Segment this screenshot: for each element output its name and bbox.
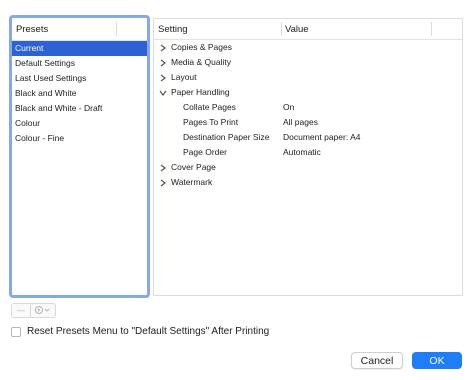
presets-header: Presets [12,18,147,41]
settings-row-layout[interactable]: Layout [154,70,462,85]
column-divider [116,22,117,36]
settings-row-watermark[interactable]: Watermark [154,175,462,190]
settings-outline: Setting Value Copies & Pages Media & Qua… [153,18,463,296]
preset-item-colour[interactable]: Colour [12,116,147,131]
settings-row-label: Page Order [183,147,227,157]
preset-action-menu-button[interactable] [31,303,56,318]
settings-row-label: Paper Handling [171,87,230,97]
settings-row-collate-pages[interactable]: Collate Pages On [154,100,462,115]
settings-row-label: Pages To Print [183,117,239,127]
reset-presets-checkbox[interactable] [11,326,21,337]
settings-row-value: On [283,102,295,112]
settings-row-value: Document paper: A4 [283,132,361,142]
chevron-right-icon[interactable] [158,160,168,175]
settings-row-media-quality[interactable]: Media & Quality [154,55,462,70]
chevron-right-icon[interactable] [158,70,168,85]
minus-icon: — [17,306,25,315]
chevron-right-icon[interactable] [158,40,168,55]
presets-header-label: Presets [16,23,49,35]
preset-item-black-and-white-draft[interactable]: Black and White - Draft [12,101,147,116]
ok-button[interactable]: OK [412,352,462,369]
settings-row-label: Destination Paper Size [183,132,270,142]
settings-row-label: Cover Page [171,162,216,172]
column-divider [281,22,282,36]
preset-controls: — [11,303,56,318]
presets-panel: Presets Current Default Settings Last Us… [9,15,150,298]
preset-item-colour-fine[interactable]: Colour - Fine [12,131,147,146]
settings-header: Setting Value [154,19,462,40]
preset-item-default-settings[interactable]: Default Settings [12,56,147,71]
remove-preset-button[interactable]: — [11,303,31,318]
settings-row-label: Watermark [171,177,213,187]
preset-item-black-and-white[interactable]: Black and White [12,86,147,101]
settings-row-label: Copies & Pages [171,42,232,52]
value-column-header[interactable]: Value [285,24,309,35]
preset-item-current[interactable]: Current [12,41,147,56]
chevron-down-icon[interactable] [158,85,168,100]
settings-row-pages-to-print[interactable]: Pages To Print All pages [154,115,462,130]
settings-row-label: Media & Quality [171,57,231,67]
settings-row-destination-paper-size[interactable]: Destination Paper Size Document paper: A… [154,130,462,145]
preset-item-last-used-settings[interactable]: Last Used Settings [12,71,147,86]
settings-row-page-order[interactable]: Page Order Automatic [154,145,462,160]
chevron-right-icon[interactable] [158,55,168,70]
cancel-button[interactable]: Cancel [351,352,403,369]
presets-list: Current Default Settings Last Used Setti… [12,41,147,146]
action-menu-icon [34,305,52,317]
settings-row-paper-handling[interactable]: Paper Handling [154,85,462,100]
settings-row-label: Layout [171,72,197,82]
reset-presets-option: Reset Presets Menu to "Default Settings"… [11,325,269,338]
settings-row-value: Automatic [283,147,321,157]
settings-row-label: Collate Pages [183,102,236,112]
reset-presets-label[interactable]: Reset Presets Menu to "Default Settings"… [27,326,269,337]
chevron-right-icon[interactable] [158,175,168,190]
settings-row-cover-page[interactable]: Cover Page [154,160,462,175]
settings-row-value: All pages [283,117,318,127]
settings-row-copies-pages[interactable]: Copies & Pages [154,40,462,55]
column-divider [431,22,432,36]
settings-rows: Copies & Pages Media & Quality Layout Pa… [154,40,462,190]
setting-column-header[interactable]: Setting [158,24,188,35]
